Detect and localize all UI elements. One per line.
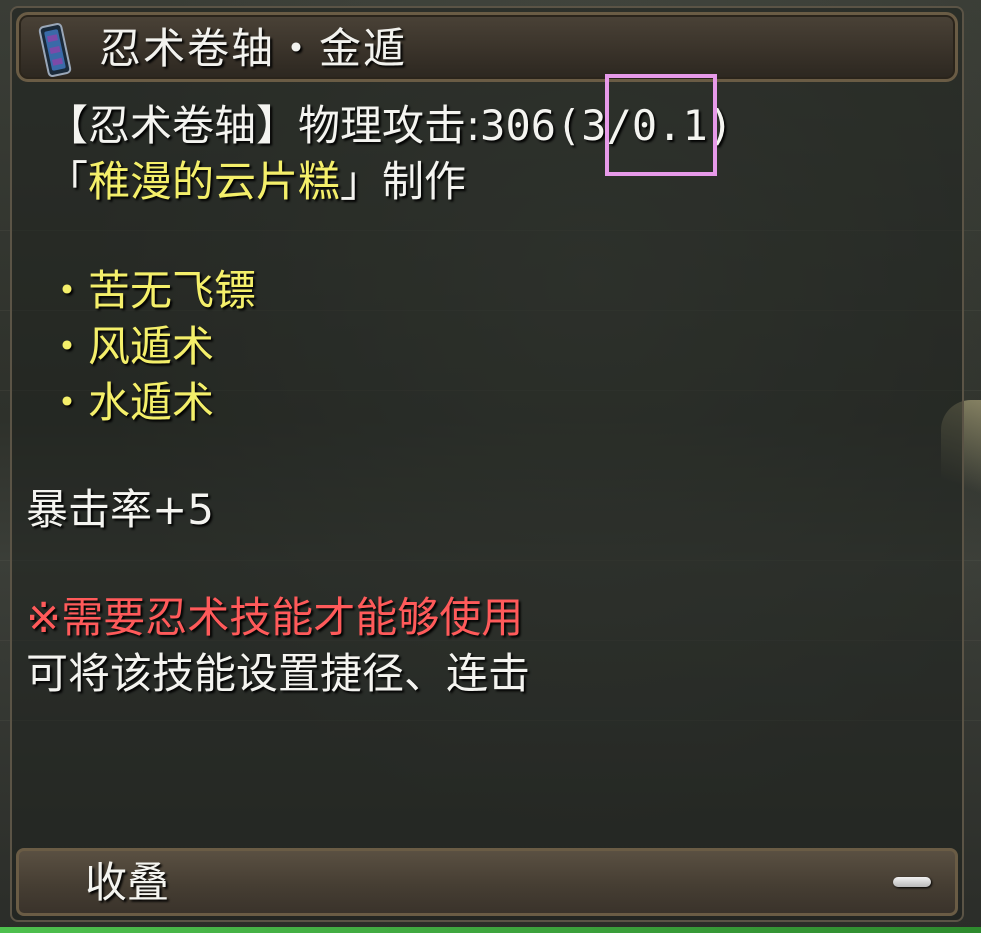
collapse-label: 收叠: [85, 858, 170, 907]
crafter-open-bracket: 「: [46, 157, 89, 206]
skill-item-kunai: ・苦无飞镖: [46, 266, 257, 315]
tooltip-title-bar: 忍术卷轴・金遁: [16, 12, 958, 82]
crafter-suffix: 制作: [382, 157, 467, 206]
item-tooltip: 忍术卷轴・金遁 【忍术卷轴】物理攻击:306(3/0.1) 「稚漫的云片糕」制作…: [10, 6, 964, 922]
crafter-name: 稚漫的云片糕: [88, 157, 341, 206]
attack-stat-prefix: 【忍术卷轴】物理攻击:: [46, 101, 481, 150]
crafter-close-bracket: 」: [340, 157, 383, 206]
scroll-icon: [38, 23, 72, 77]
shortcut-note: 可将该技能设置捷径、连击: [26, 649, 531, 698]
item-title: 忍术卷轴・金遁: [99, 24, 408, 73]
crit-bonus: 暴击率+5: [26, 485, 214, 534]
attack-value-highlight: [605, 74, 717, 176]
skill-item-water: ・水遁术: [46, 378, 215, 427]
collapse-button[interactable]: 收叠: [16, 848, 958, 916]
attack-value: 306: [480, 101, 557, 150]
screen-edge-bar: [0, 927, 981, 933]
minus-icon[interactable]: [893, 877, 931, 887]
requirement-warning: ※需要忍术技能才能够使用: [26, 593, 524, 642]
crafter-line: 「稚漫的云片糕」制作: [46, 156, 466, 208]
skill-item-wind: ・风遁术: [46, 322, 215, 371]
